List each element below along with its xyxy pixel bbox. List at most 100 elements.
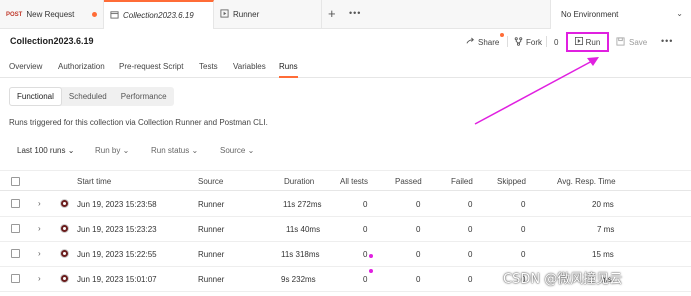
col-start-time[interactable]: Start time	[77, 177, 111, 186]
divider	[546, 36, 547, 47]
tab-variables[interactable]: Variables	[233, 62, 266, 71]
tab-label: Collection2023.6.19	[123, 11, 194, 20]
filter-label: Last 100 runs	[17, 146, 66, 155]
segment-performance[interactable]: Performance	[114, 87, 174, 106]
save-button[interactable]: Save	[616, 33, 647, 51]
cell-start-time: Jun 19, 2023 15:01:07	[77, 275, 157, 284]
table-row[interactable]: › Jun 19, 2023 15:22:55 Runner 11s 318ms…	[0, 242, 691, 267]
row-checkbox[interactable]	[11, 199, 20, 208]
run-icon	[574, 37, 583, 47]
new-tab-plus-icon[interactable]: +	[328, 6, 336, 21]
tab-pre-request-script[interactable]: Pre-request Script	[119, 62, 183, 71]
cell-failed: 0	[468, 225, 473, 234]
cell-all-tests: 0	[363, 275, 368, 284]
select-all-checkbox[interactable]	[11, 177, 20, 186]
runner-avatar-icon	[60, 199, 69, 208]
run-label: Run	[585, 37, 601, 47]
cell-skipped: 0	[521, 225, 526, 234]
table-row[interactable]: › Jun 19, 2023 15:23:23 Runner 11s 40ms …	[0, 217, 691, 242]
filter-run-by[interactable]: Run by ⌄	[95, 146, 129, 155]
cell-avg-resp-time: 7 ms	[597, 225, 615, 234]
runs-description: Runs triggered for this collection via C…	[9, 118, 268, 127]
runs-table-header: Start time Source Duration All tests Pas…	[0, 170, 691, 191]
filter-label: Run by	[95, 146, 121, 155]
cell-failed: 0	[468, 200, 473, 209]
expand-chevron-icon[interactable]: ›	[38, 274, 41, 283]
save-label: Save	[629, 37, 648, 47]
cell-source: Runner	[198, 200, 225, 209]
runner-avatar-icon	[60, 224, 69, 233]
col-failed[interactable]: Failed	[451, 177, 473, 186]
more-actions-icon[interactable]: •••	[661, 36, 673, 46]
cell-duration: 11s 272ms	[283, 200, 322, 209]
col-skipped[interactable]: Skipped	[497, 177, 526, 186]
save-icon	[616, 36, 625, 48]
tab-runs[interactable]: Runs	[279, 62, 298, 71]
expand-chevron-icon[interactable]: ›	[38, 249, 41, 258]
chevron-down-icon: ⌄	[67, 146, 75, 155]
cell-all-tests: 0	[363, 200, 368, 209]
chevron-down-icon: ⌄	[247, 146, 255, 155]
annotation-dot	[369, 254, 373, 258]
tab-runner[interactable]: Runner	[214, 0, 322, 29]
share-button[interactable]: Share	[466, 33, 499, 51]
tab-authorization[interactable]: Authorization	[58, 62, 105, 71]
cell-passed: 0	[416, 275, 421, 284]
col-avg-resp-time[interactable]: Avg. Resp. Time	[557, 177, 616, 186]
cell-passed: 0	[416, 225, 421, 234]
collection-icon	[110, 10, 119, 21]
col-passed[interactable]: Passed	[395, 177, 422, 186]
col-all-tests[interactable]: All tests	[340, 177, 368, 186]
row-checkbox[interactable]	[11, 249, 20, 258]
unsaved-indicator	[92, 12, 97, 17]
watermark: CSDN @微风撞见云	[503, 272, 623, 287]
fork-button[interactable]: Fork	[514, 33, 542, 51]
environment-selector[interactable]: No Environment ⌄	[550, 0, 691, 29]
filter-last-runs[interactable]: Last 100 runs ⌄	[17, 146, 74, 155]
cell-duration: 9s 232ms	[281, 275, 316, 284]
filter-run-status[interactable]: Run status ⌄	[151, 146, 198, 155]
runner-icon	[220, 9, 229, 20]
expand-chevron-icon[interactable]: ›	[38, 199, 41, 208]
fork-label: Fork	[526, 37, 542, 47]
segment-scheduled[interactable]: Scheduled	[62, 87, 114, 106]
notification-dot	[500, 33, 504, 37]
col-source[interactable]: Source	[198, 177, 223, 186]
row-checkbox[interactable]	[11, 274, 20, 283]
runner-avatar-icon	[60, 249, 69, 258]
col-duration[interactable]: Duration	[284, 177, 314, 186]
runner-avatar-icon	[60, 274, 69, 283]
tab-collection[interactable]: Collection2023.6.19	[104, 0, 214, 29]
run-button[interactable]: Run	[566, 32, 609, 52]
table-row[interactable]: › Jun 19, 2023 15:23:58 Runner 11s 272ms…	[0, 192, 691, 217]
cell-source: Runner	[198, 225, 225, 234]
tab-overview[interactable]: Overview	[9, 62, 42, 71]
page-title: Collection2023.6.19	[10, 36, 94, 46]
chevron-down-icon: ⌄	[676, 9, 683, 18]
cell-start-time: Jun 19, 2023 15:22:55	[77, 250, 157, 259]
cell-failed: 0	[468, 275, 473, 284]
cell-start-time: Jun 19, 2023 15:23:23	[77, 225, 157, 234]
annotation-dot	[369, 269, 373, 273]
more-tabs-icon[interactable]: •••	[349, 8, 361, 18]
cell-skipped: 0	[521, 250, 526, 259]
tab-bar: POST New Request Collection2023.6.19 Run…	[0, 0, 691, 29]
row-checkbox[interactable]	[11, 224, 20, 233]
chevron-down-icon: ⌄	[122, 146, 130, 155]
cell-duration: 11s 40ms	[286, 225, 321, 234]
filter-source[interactable]: Source ⌄	[220, 146, 254, 155]
cell-avg-resp-time: 20 ms	[592, 200, 614, 209]
tab-tests[interactable]: Tests	[199, 62, 218, 71]
collection-subtabs: Overview Authorization Pre-request Scrip…	[0, 58, 691, 78]
cell-start-time: Jun 19, 2023 15:23:58	[77, 200, 157, 209]
cell-source: Runner	[198, 275, 225, 284]
active-tab-indicator	[279, 76, 298, 78]
filter-label: Run status	[151, 146, 190, 155]
fork-count-value: 0	[554, 37, 559, 47]
tab-new-request[interactable]: POST New Request	[0, 0, 104, 29]
segment-functional[interactable]: Functional	[9, 87, 62, 106]
tab-label: Runner	[233, 10, 260, 19]
share-icon	[466, 37, 475, 48]
cell-skipped: 0	[521, 200, 526, 209]
expand-chevron-icon[interactable]: ›	[38, 224, 41, 233]
